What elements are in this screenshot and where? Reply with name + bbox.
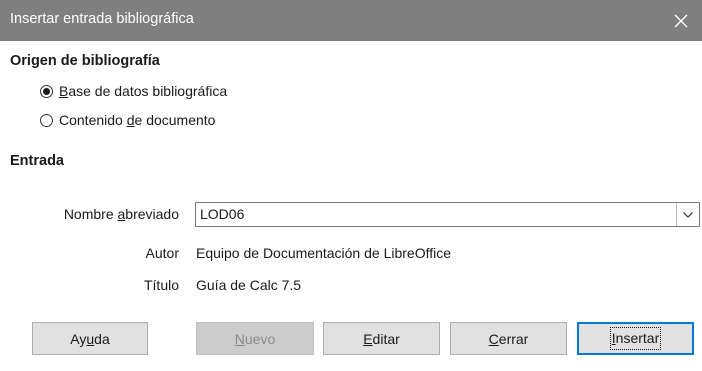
help-button[interactable]: Ay u da: [32, 322, 148, 355]
radio-bibliography-database[interactable]: Base de datos bibliográfica: [40, 83, 227, 99]
close-icon[interactable]: [660, 0, 702, 41]
insert-bibliography-dialog: Insertar entrada bibliográfica Origen de…: [0, 0, 702, 371]
radio-label-database: Base de datos bibliográfica: [59, 83, 228, 99]
dialog-title: Insertar entrada bibliográfica: [10, 11, 194, 27]
edit-button[interactable]: Editar: [323, 322, 440, 355]
insert-button[interactable]: Insertar: [577, 322, 694, 355]
title-value: Guía de Calc 7.5: [196, 277, 302, 293]
author-value: Equipo de Documentación de LibreOffice: [196, 245, 452, 261]
close-button[interactable]: Cerrar: [450, 322, 567, 355]
radio-checked-indicator[interactable]: [40, 84, 53, 98]
origin-heading: Origen de bibliografía: [10, 53, 160, 69]
radio-unchecked-indicator[interactable]: [40, 113, 53, 127]
chevron-down-icon[interactable]: [676, 203, 699, 226]
short-name-value[interactable]: LOD06: [200, 206, 244, 222]
short-name-label: Nombre abreviado: [63, 206, 179, 222]
title-label: Título: [143, 277, 179, 293]
radio-label-document: Contenido de documento: [59, 112, 216, 128]
entry-heading: Entrada: [10, 153, 64, 169]
radio-document-content[interactable]: Contenido de documento: [40, 112, 215, 128]
author-label: Autor: [145, 245, 179, 261]
title-bar: Insertar entrada bibliográfica: [0, 0, 702, 41]
new-button[interactable]: Nuevo: [196, 322, 314, 355]
short-name-combobox[interactable]: LOD06: [195, 202, 700, 227]
